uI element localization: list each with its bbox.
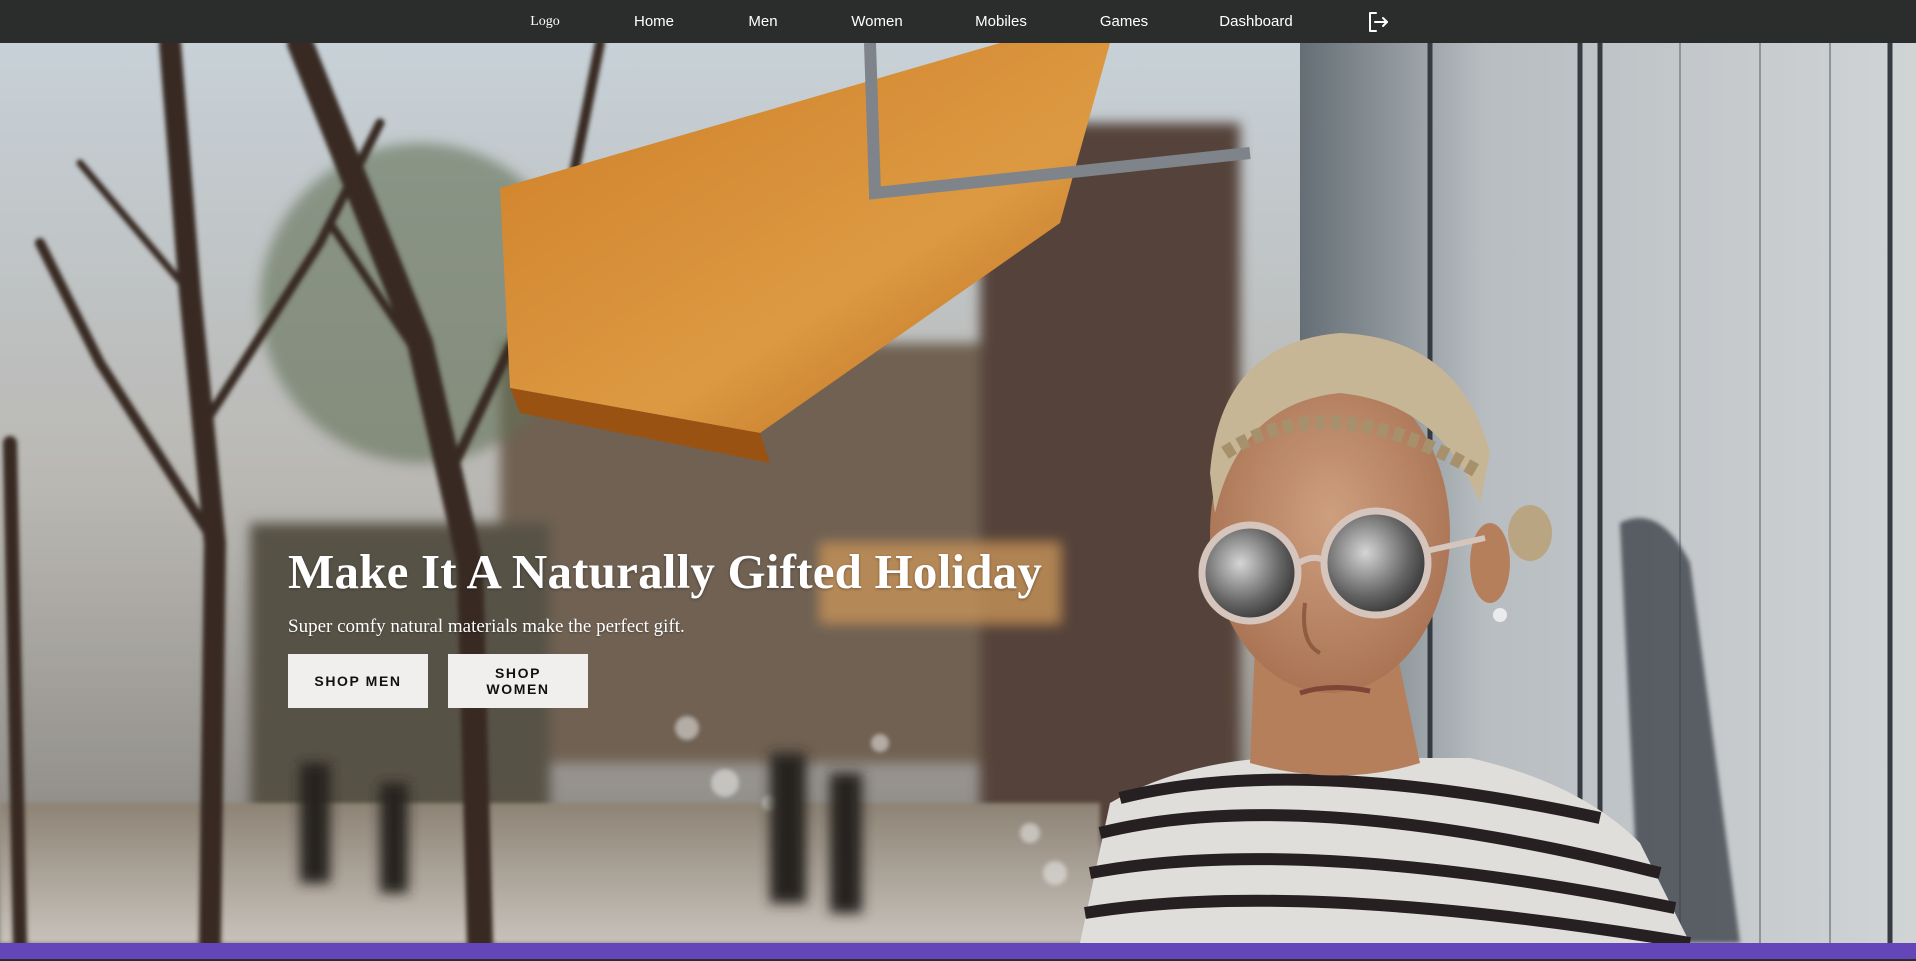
shop-women-button[interactable]: SHOP WOMEN [448,654,588,708]
hero-content: Make It A Naturally Gifted Holiday Super… [288,543,1042,708]
shop-men-button[interactable]: SHOP MEN [288,654,428,708]
hero-subtitle: Super comfy natural materials make the p… [288,616,685,637]
logo[interactable]: Logo [530,0,560,43]
logout-icon[interactable] [1366,10,1390,34]
nav-item-mobiles[interactable]: Mobiles [975,0,1027,43]
top-navbar: Logo Home Men Women Mobiles Games Dashbo… [0,0,1916,43]
hero-title: Make It A Naturally Gifted Holiday [288,544,1043,599]
hero-buttons: SHOP MEN SHOP WOMEN [288,654,1042,708]
nav-item-home[interactable]: Home [634,0,674,43]
nav-item-dashboard[interactable]: Dashboard [1219,0,1292,43]
nav-item-women[interactable]: Women [851,0,902,43]
hero-background-image [0,43,1916,943]
nav-item-games[interactable]: Games [1100,0,1148,43]
hero-section: Make It A Naturally Gifted Holiday Super… [0,43,1916,943]
nav-item-men[interactable]: Men [748,0,777,43]
